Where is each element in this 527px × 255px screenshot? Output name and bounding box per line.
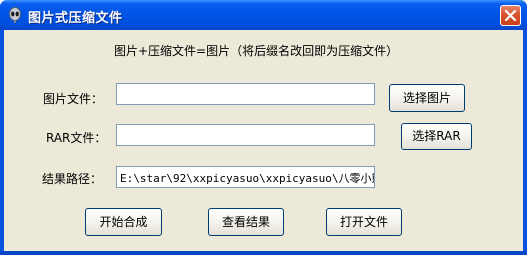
close-icon (505, 10, 516, 21)
start-merge-button[interactable]: 开始合成 (85, 208, 162, 236)
start-merge-button-label: 开始合成 (99, 215, 148, 229)
open-file-button[interactable]: 打开文件 (326, 208, 402, 236)
result-path-label: 结果路径： (42, 172, 103, 186)
open-file-button-label: 打开文件 (339, 215, 388, 229)
rar-file-label: RAR文件： (46, 131, 107, 145)
close-button[interactable] (500, 5, 521, 26)
application-window: 图片式压缩文件 图片+压缩文件=图片（将后缀名改回即为压缩文件） 图片文件： 选… (0, 0, 527, 255)
view-result-button-label: 查看结果 (221, 215, 270, 229)
image-file-label: 图片文件： (43, 92, 104, 106)
select-rar-button[interactable]: 选择RAR (401, 123, 472, 150)
rar-file-input[interactable] (116, 124, 375, 146)
select-image-button[interactable]: 选择图片 (389, 84, 465, 112)
instruction-heading: 图片+压缩文件=图片（将后缀名改回即为压缩文件） (114, 44, 399, 58)
select-rar-button-label: 选择RAR (412, 129, 461, 143)
dialog-body: 图片+压缩文件=图片（将后缀名改回即为压缩文件） 图片文件： 选择图片 RAR文… (4, 30, 523, 251)
image-file-input[interactable] (116, 83, 375, 105)
view-result-button[interactable]: 查看结果 (208, 208, 284, 236)
result-path-input[interactable]: E:\star\92\xxpicyasuo\xxpicyasuo\八零小熊. (116, 166, 375, 188)
window-bottom-border (0, 251, 527, 255)
window-title: 图片式压缩文件 (28, 11, 123, 26)
select-image-button-label: 选择图片 (402, 91, 451, 105)
title-bar[interactable]: 图片式压缩文件 (0, 0, 527, 30)
alien-app-icon (7, 7, 23, 23)
